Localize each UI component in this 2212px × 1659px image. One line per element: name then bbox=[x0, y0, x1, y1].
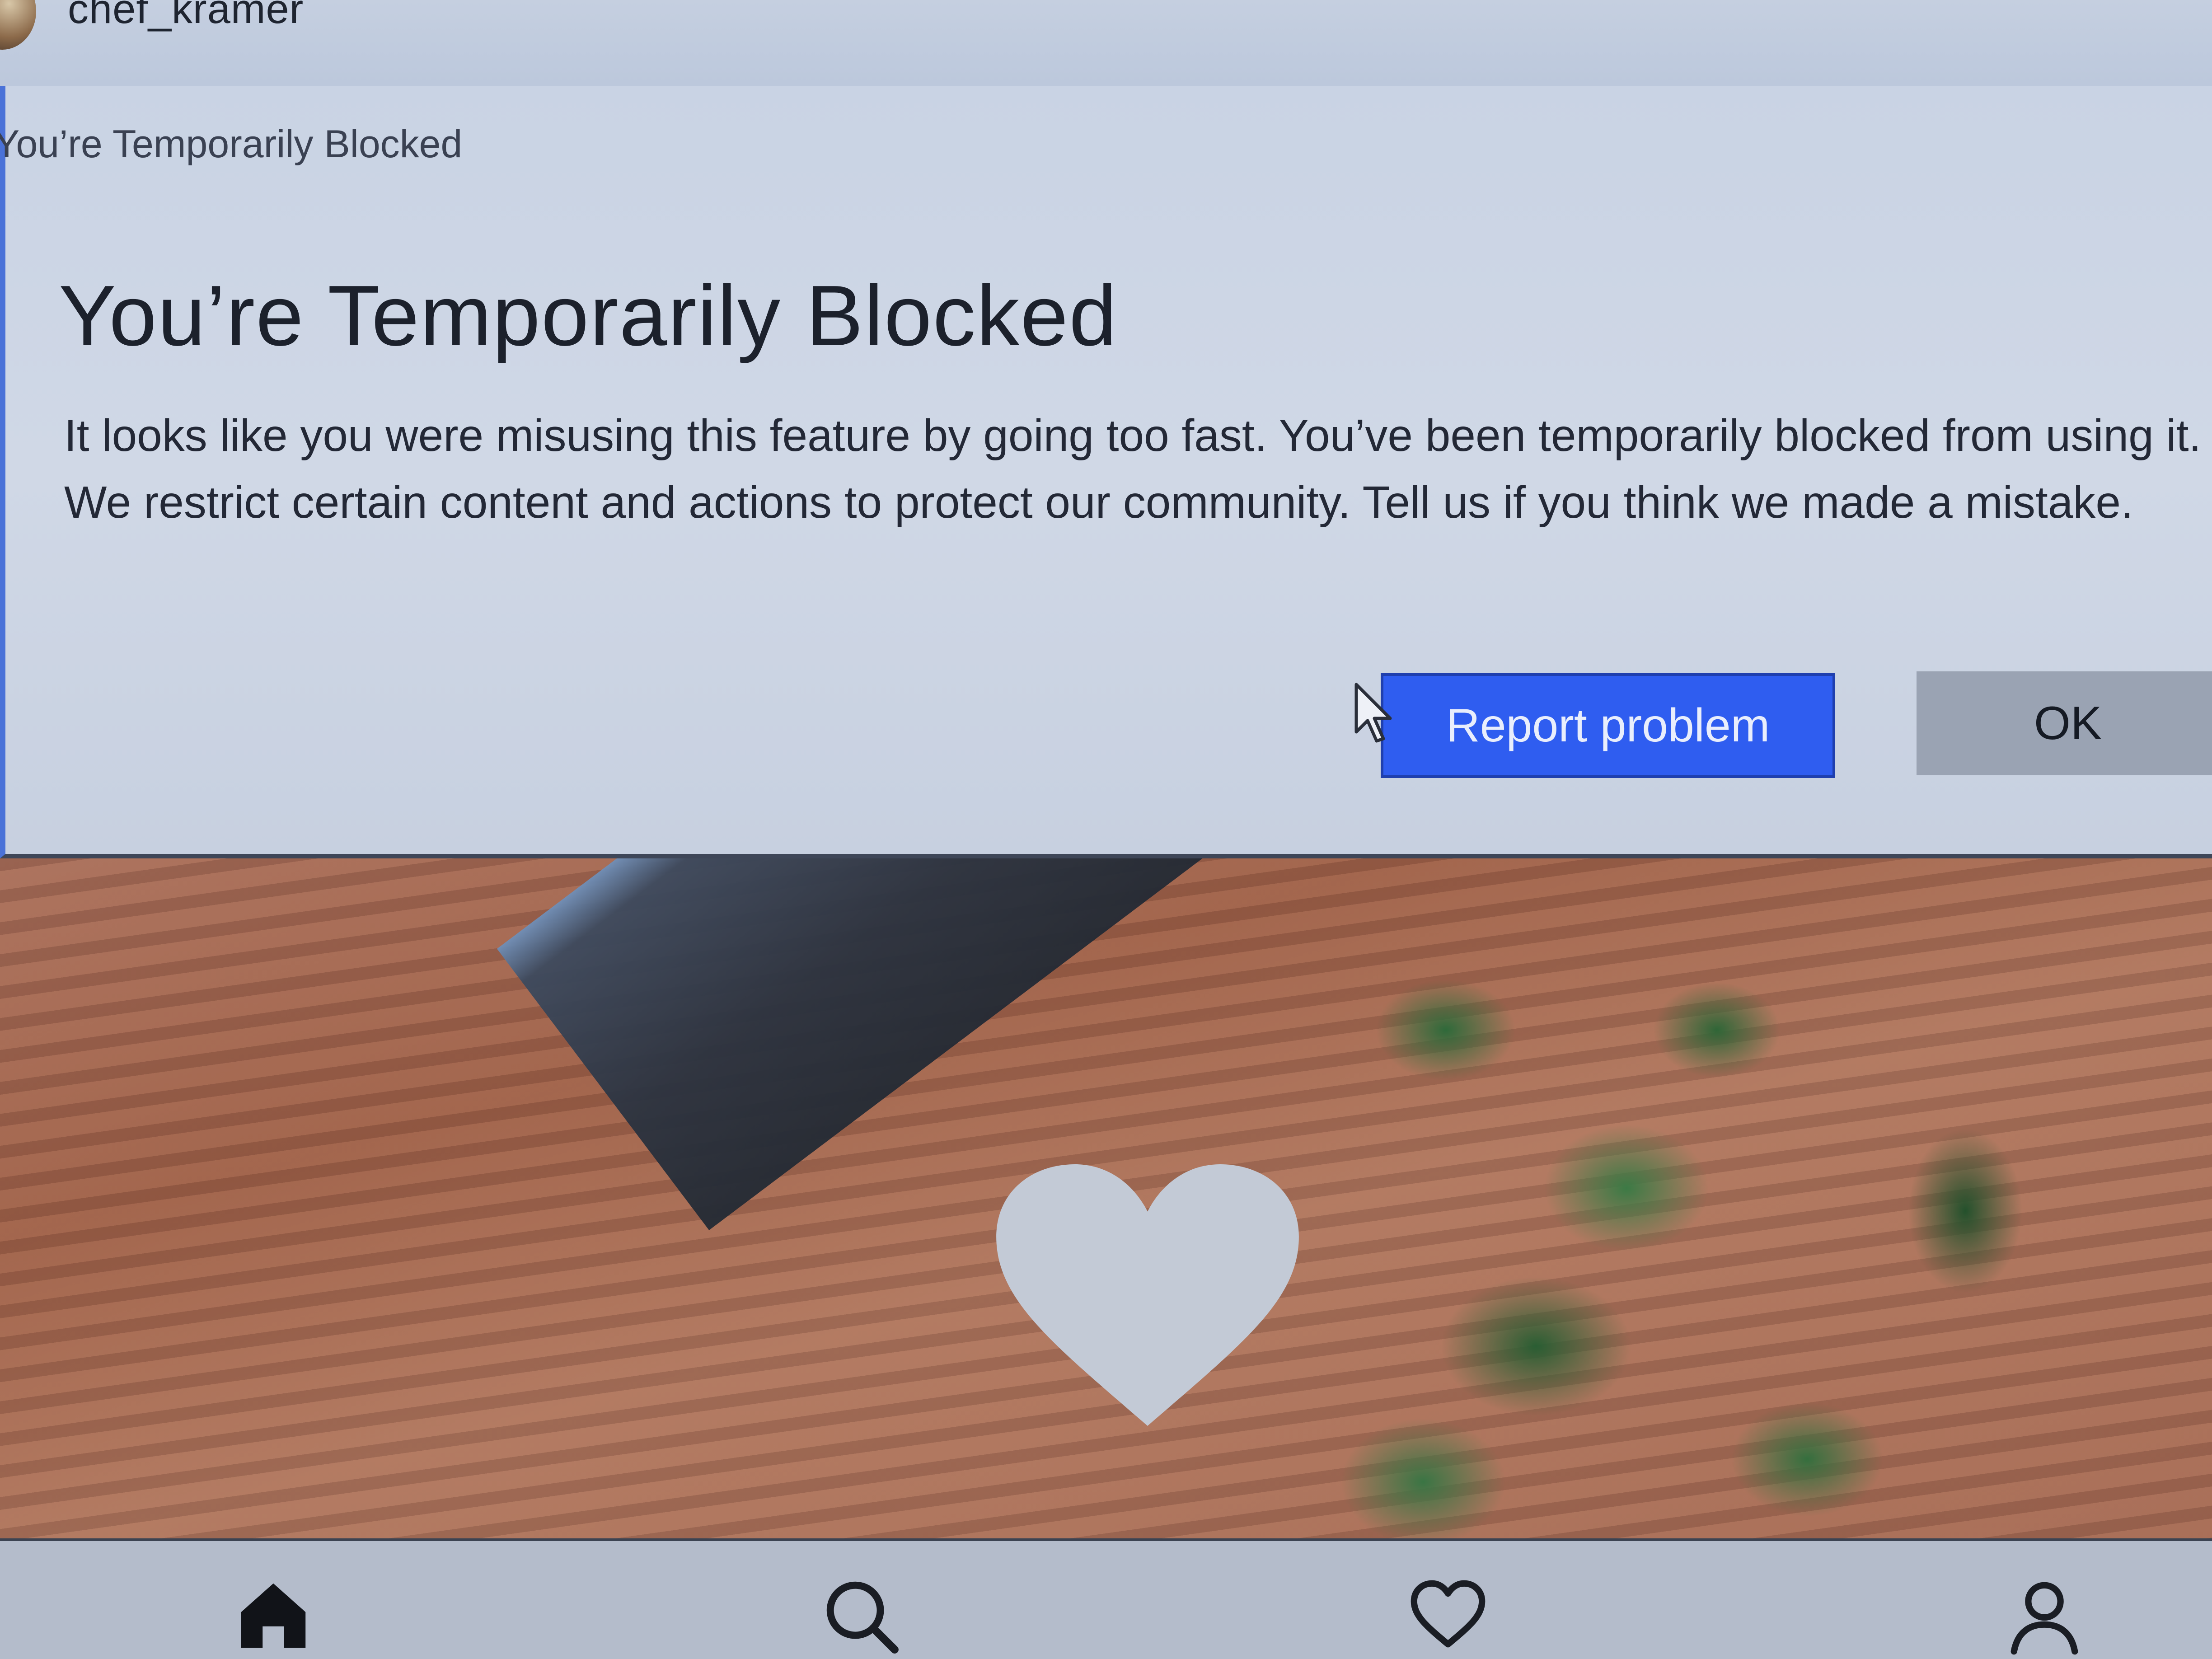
post-header: chef_kramer bbox=[0, 0, 2212, 88]
dialog-heading: You’re Temporarily Blocked bbox=[59, 268, 1118, 364]
dialog-message: It looks like you were misusing this fea… bbox=[64, 410, 2202, 528]
heart-icon[interactable] bbox=[1405, 1573, 1491, 1659]
chopped-greens bbox=[1310, 895, 2078, 1538]
dialog-window-title: You’re Temporarily Blocked bbox=[0, 122, 463, 166]
report-problem-button[interactable]: Report problem bbox=[1381, 673, 1835, 778]
profile-icon[interactable] bbox=[2001, 1573, 2087, 1659]
avatar[interactable] bbox=[0, 0, 36, 50]
home-icon[interactable] bbox=[230, 1573, 316, 1659]
app-screen: chef_kramer You’re Temporarily Blocked Y… bbox=[0, 0, 2212, 1659]
bottom-nav bbox=[0, 1538, 2212, 1659]
mouse-cursor-icon bbox=[1354, 683, 1392, 743]
like-heart-icon bbox=[996, 1164, 1299, 1426]
ok-button[interactable]: OK bbox=[1917, 671, 2212, 775]
post-username[interactable]: chef_kramer bbox=[68, 0, 304, 33]
search-icon[interactable] bbox=[818, 1573, 904, 1659]
blocked-dialog: You’re Temporarily Blocked You’re Tempor… bbox=[0, 86, 2212, 858]
